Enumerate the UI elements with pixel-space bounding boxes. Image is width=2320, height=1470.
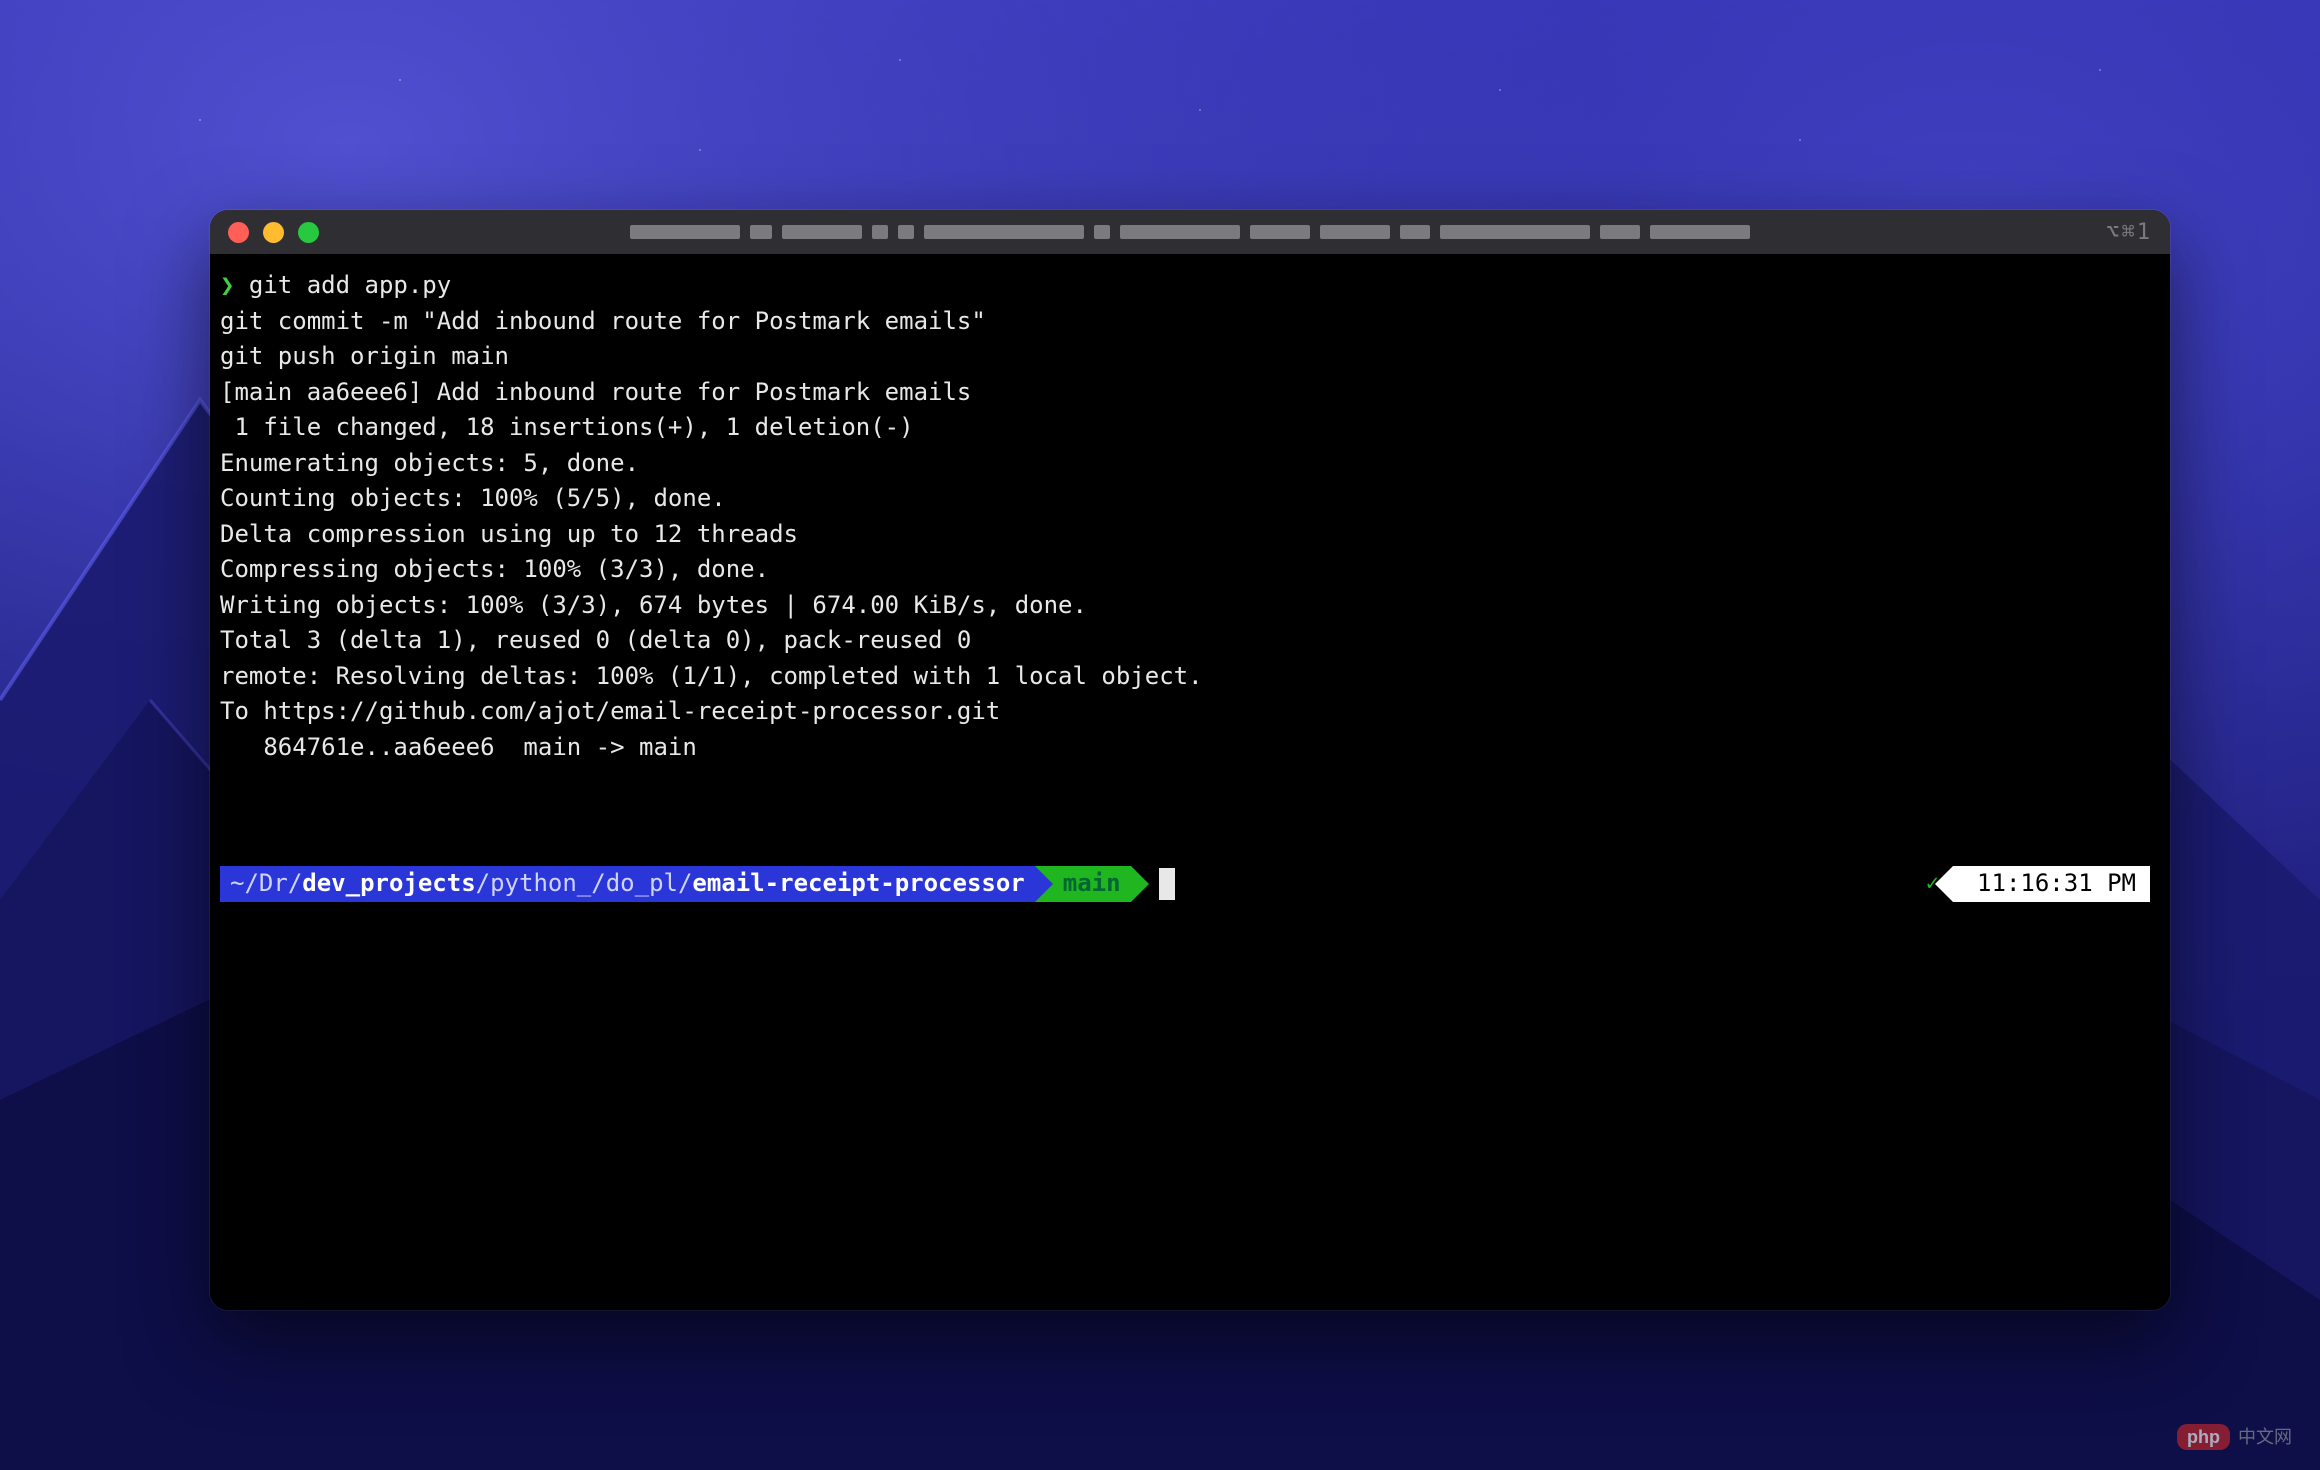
output-line: 864761e..aa6eee6 main -> main bbox=[220, 730, 2160, 766]
prompt-caret-icon: ❯ bbox=[220, 271, 234, 299]
output-line: Compressing objects: 100% (3/3), done. bbox=[220, 552, 2160, 588]
path-separator: / bbox=[288, 869, 302, 897]
output-line: git commit -m "Add inbound route for Pos… bbox=[220, 304, 2160, 340]
output-line: Total 3 (delta 1), reused 0 (delta 0), p… bbox=[220, 623, 2160, 659]
path-separator: / bbox=[476, 869, 490, 897]
prompt-path-segment: ~/Dr/dev_projects/python_/do_pl/email-re… bbox=[220, 866, 1035, 902]
watermark-badge: php bbox=[2177, 1424, 2230, 1450]
output-line: Writing objects: 100% (3/3), 674 bytes |… bbox=[220, 588, 2160, 624]
path-part: dev_projects bbox=[302, 869, 475, 897]
titlebar-shortcut-indicator: ⌥⌘1 bbox=[2106, 220, 2152, 245]
output-line: Enumerating objects: 5, done. bbox=[220, 446, 2160, 482]
path-part: Dr bbox=[259, 869, 288, 897]
prompt-time: 11:16:31 PM bbox=[1977, 866, 2136, 902]
path-separator: / bbox=[244, 869, 258, 897]
site-watermark: php 中文网 bbox=[2177, 1424, 2292, 1450]
output-line: [main aa6eee6] Add inbound route for Pos… bbox=[220, 375, 2160, 411]
terminal-output[interactable]: ❯ git add app.py git commit -m "Add inbou… bbox=[210, 254, 2170, 1310]
output-line: Counting objects: 100% (5/5), done. bbox=[220, 481, 2160, 517]
output-line: git push origin main bbox=[220, 339, 2160, 375]
prompt-time-segment: 11:16:31 PM bbox=[1953, 866, 2150, 902]
path-part: ~ bbox=[230, 869, 244, 897]
path-separator: / bbox=[678, 869, 692, 897]
path-part: python_ bbox=[490, 869, 591, 897]
close-button[interactable] bbox=[228, 222, 249, 243]
minimize-button[interactable] bbox=[263, 222, 284, 243]
traffic-lights bbox=[228, 222, 319, 243]
maximize-button[interactable] bbox=[298, 222, 319, 243]
prompt-right-status: ✓ 11:16:31 PM bbox=[1926, 866, 2160, 902]
window-titlebar[interactable]: ⌥⌘1 bbox=[210, 210, 2170, 254]
terminal-window[interactable]: ⌥⌘1 ❯ git add app.py git commit -m "Add i… bbox=[210, 210, 2170, 1310]
git-branch-label: main bbox=[1063, 866, 1121, 902]
path-part: email-receipt-processor bbox=[692, 869, 1024, 897]
path-separator: / bbox=[591, 869, 605, 897]
window-title-blurred bbox=[630, 225, 1750, 239]
output-line: remote: Resolving deltas: 100% (1/1), co… bbox=[220, 659, 2160, 695]
path-part: do_pl bbox=[606, 869, 678, 897]
cursor-block[interactable] bbox=[1159, 868, 1175, 900]
output-line: 1 file changed, 18 insertions(+), 1 dele… bbox=[220, 410, 2160, 446]
output-line: Delta compression using up to 12 threads bbox=[220, 517, 2160, 553]
powerline-prompt[interactable]: ~/Dr/dev_projects/python_/do_pl/email-re… bbox=[220, 866, 2160, 902]
output-line: To https://github.com/ajot/email-receipt… bbox=[220, 694, 2160, 730]
command-line: git add app.py bbox=[249, 271, 451, 299]
watermark-text: 中文网 bbox=[2238, 1428, 2292, 1446]
